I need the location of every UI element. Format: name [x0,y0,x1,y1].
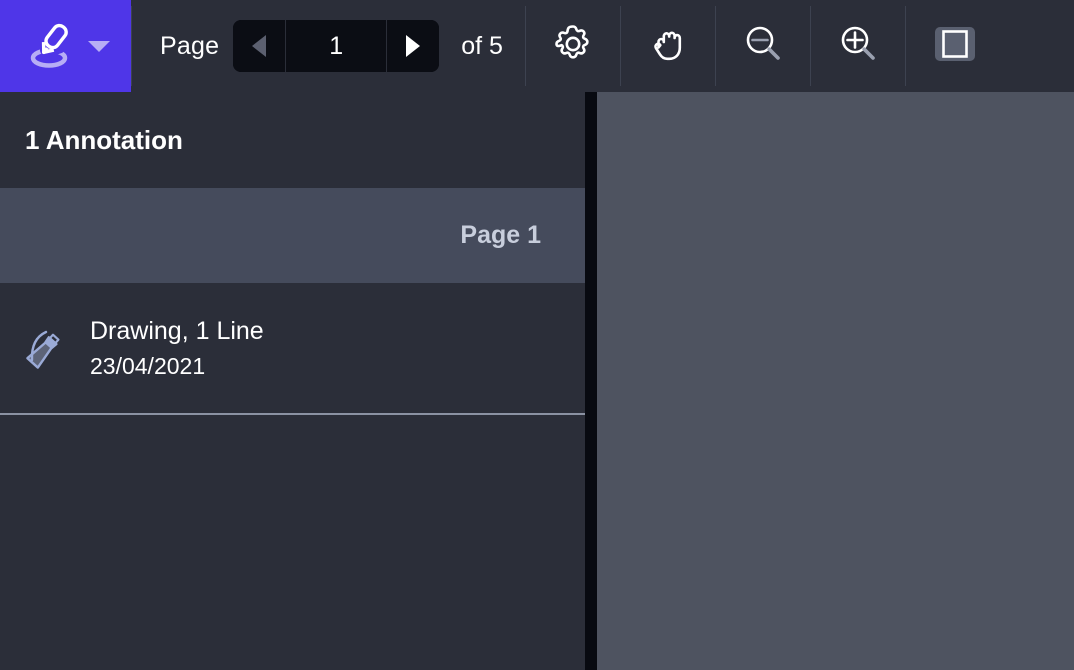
list-item[interactable]: Drawing, 1 Line 23/04/2021 [0,283,585,413]
toggle-sidebar-button[interactable] [906,0,1004,92]
magnifier-minus-icon [740,21,786,72]
prev-page-button[interactable] [233,20,285,72]
triangle-left-icon [252,35,266,57]
page-stepper-group [233,20,439,72]
page-number-input[interactable] [286,20,386,72]
annotations-count-header: 1 Annotation [0,92,585,188]
sidebar-panel-icon [930,19,980,74]
zoom-in-button[interactable] [811,0,905,92]
next-page-button[interactable] [387,20,439,72]
list-divider [0,413,585,415]
page-navigation: of 5 [233,0,525,92]
sidebar-resize-strip[interactable] [585,92,597,670]
annotation-page-group-header: Page 1 [0,188,585,283]
annotation-title: Drawing, 1 Line [90,317,264,346]
page-total-label: of 5 [439,32,525,61]
pdf-annotation-app: Page of 5 [0,0,1074,670]
pan-button[interactable] [621,0,715,92]
highlighter-icon [20,322,72,374]
chevron-down-icon[interactable] [88,41,110,52]
zoom-out-button[interactable] [716,0,810,92]
annotation-text-block: Drawing, 1 Line 23/04/2021 [90,317,264,380]
pen-draw-icon [22,17,80,75]
document-viewport[interactable] [597,92,1074,670]
main-toolbar: Page of 5 [0,0,1074,92]
hand-icon [645,21,691,72]
magnifier-plus-icon [835,21,881,72]
annotations-sidebar: 1 Annotation Page 1 Drawing, 1 Line 23/0… [0,92,585,670]
highlighter-tool-button[interactable] [0,0,131,92]
triangle-right-icon [406,35,420,57]
page-label: Page [132,0,233,92]
settings-button[interactable] [526,0,620,92]
gear-icon [551,22,595,71]
annotation-date: 23/04/2021 [90,353,264,380]
